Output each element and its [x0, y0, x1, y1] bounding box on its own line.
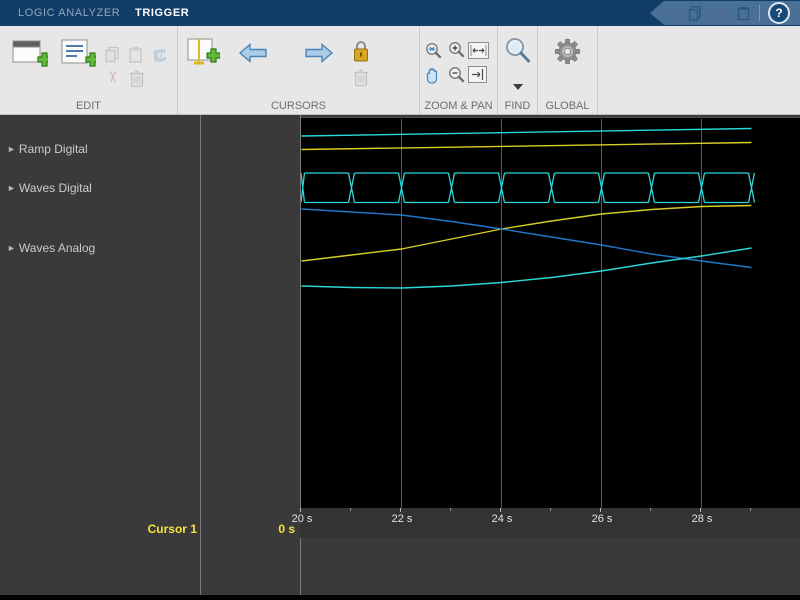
section-label-global: GLOBAL	[545, 100, 590, 112]
restore-icon[interactable]	[150, 46, 168, 69]
axis-tick	[600, 508, 601, 512]
toolbar-section-edit: ✂ EDIT	[0, 26, 178, 114]
trace-ramp-cyan	[301, 127, 752, 137]
add-wave-icon[interactable]	[12, 38, 52, 75]
next-transition-icon[interactable]	[304, 42, 334, 68]
ribbon-toolbar: ✂ EDIT CURSORS ZOOM & PAN FIND GLOBAL	[0, 26, 800, 140]
toolbar-section-global: GLOBAL	[538, 26, 598, 114]
expand-triangle-icon[interactable]: ►	[7, 144, 16, 154]
channel-label: Ramp Digital	[18, 142, 88, 156]
cut-icon[interactable]: ✂	[103, 68, 120, 87]
previous-transition-icon[interactable]	[238, 42, 268, 68]
expand-triangle-icon[interactable]: ►	[7, 243, 16, 253]
axis-tick	[350, 508, 351, 511]
axis-tick-label: 22 s	[391, 513, 413, 525]
copy-icon[interactable]	[687, 5, 703, 21]
axis-tick-label: 26 s	[591, 513, 613, 525]
time-axis: 20 s 22 s 24 s 26 s 28 s	[292, 508, 800, 538]
lock-cursor-icon[interactable]	[352, 39, 370, 69]
fit-to-view-icon[interactable]	[468, 42, 489, 59]
paste-icon[interactable]	[127, 46, 144, 68]
add-divider-icon[interactable]	[60, 38, 100, 75]
zoom-out-icon[interactable]	[446, 65, 466, 90]
toolbar-section-cursors: CURSORS	[178, 26, 420, 114]
axis-tick	[650, 508, 651, 511]
zoom-in-icon[interactable]	[446, 40, 466, 65]
paste-icon[interactable]	[735, 5, 751, 21]
section-label-find: FIND	[504, 100, 531, 112]
tab-strip: LOGIC ANALYZER TRIGGER ✂ ?	[0, 0, 800, 26]
waveform-workspace: ► Ramp Digital ► Waves Digital ► Waves Anal…	[0, 115, 800, 595]
zoom-to-cursor-icon[interactable]	[468, 66, 487, 83]
name-value-column-divider[interactable]	[200, 115, 201, 595]
axis-tick	[400, 508, 401, 512]
logic-analyzer-window: LOGIC ANALYZER TRIGGER ✂ ? ✂ EDIT CURSOR…	[0, 0, 800, 600]
axis-tick	[450, 508, 451, 511]
channel-group-waves-digital[interactable]: ► Waves Digital	[7, 181, 92, 195]
copy-icon[interactable]	[104, 46, 121, 68]
axis-tick	[550, 508, 551, 511]
toolbar-section-find: FIND	[498, 26, 538, 114]
axis-tick	[500, 508, 501, 512]
channel-group-ramp-digital[interactable]: ► Ramp Digital	[7, 142, 88, 156]
axis-tick-label: 28 s	[691, 513, 713, 525]
axis-tick	[300, 508, 301, 512]
section-label-edit: EDIT	[75, 100, 102, 112]
section-label-cursors: CURSORS	[270, 100, 326, 112]
find-icon[interactable]	[504, 37, 532, 70]
expand-triangle-icon[interactable]: ►	[7, 183, 16, 193]
cursor-name-label[interactable]: Cursor 1	[100, 522, 197, 536]
delete-icon[interactable]	[128, 69, 146, 93]
trace-ramp-yellow	[301, 141, 752, 151]
channel-label: Waves Analog	[18, 241, 96, 255]
channel-group-waves-analog[interactable]: ► Waves Analog	[7, 241, 95, 255]
cut-icon[interactable]: ✂	[711, 5, 727, 21]
axis-tick	[750, 508, 751, 511]
toolbar-section-zoom-pan: ZOOM & PAN	[420, 26, 498, 114]
axis-tick-label: 24 s	[491, 513, 513, 525]
settings-gear-icon[interactable]	[554, 38, 581, 70]
help-button[interactable]: ?	[768, 2, 790, 24]
quick-access-separator	[759, 5, 760, 21]
pan-icon[interactable]	[423, 65, 443, 90]
channel-label: Waves Digital	[18, 181, 92, 195]
trace-sine-cyan	[301, 247, 752, 289]
tab-trigger[interactable]: TRIGGER	[135, 0, 189, 26]
zoom-in-x-icon[interactable]	[423, 41, 443, 66]
dropdown-caret-icon[interactable]	[513, 84, 523, 90]
cursor-value-label[interactable]: 0 s	[210, 522, 295, 536]
delete-cursor-icon[interactable]	[352, 68, 370, 92]
tab-logic-analyzer[interactable]: LOGIC ANALYZER	[18, 0, 120, 26]
waveform-plot-area[interactable]	[300, 117, 800, 509]
trace-bus-cyan	[300, 172, 756, 204]
quick-access-toolbar: ✂ ?	[650, 1, 800, 25]
waveform-svg	[300, 119, 756, 509]
add-cursor-icon[interactable]	[186, 36, 221, 75]
section-label-zoom-pan: ZOOM & PAN	[424, 100, 493, 112]
bottom-strip	[0, 595, 800, 600]
axis-tick	[700, 508, 701, 512]
